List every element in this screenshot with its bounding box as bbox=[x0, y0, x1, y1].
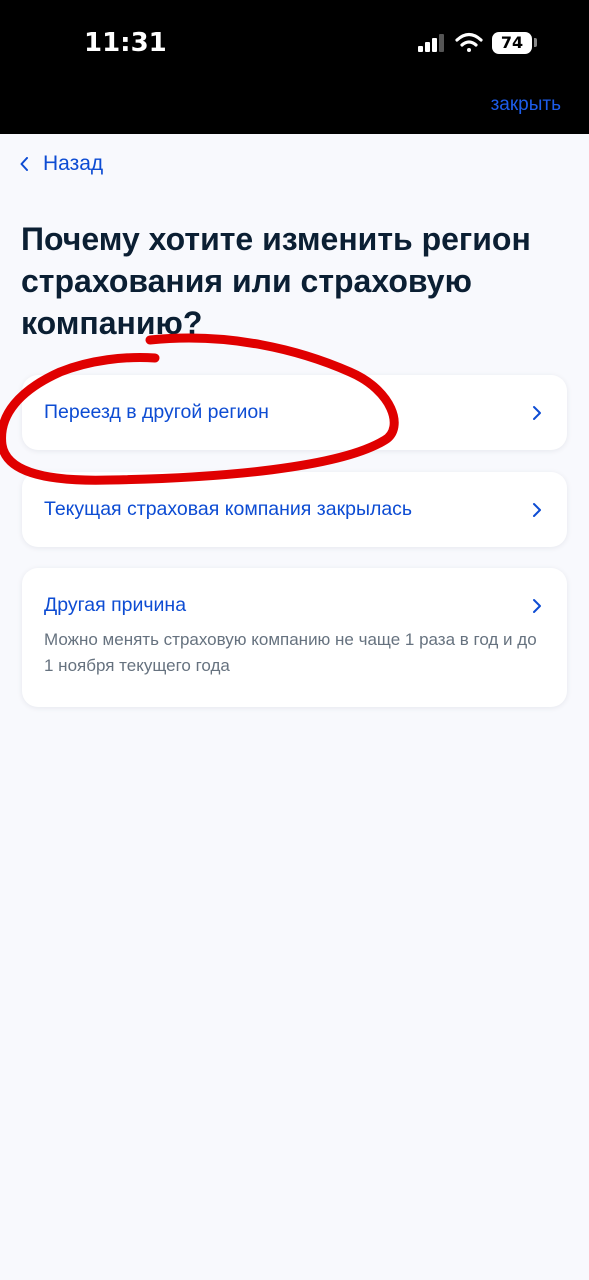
back-label: Назад bbox=[43, 152, 104, 175]
chevron-right-icon bbox=[533, 405, 541, 420]
option-label: Текущая страховая компания закрылась bbox=[44, 498, 413, 520]
battery-level: 74 bbox=[492, 32, 532, 54]
option-other-reason[interactable]: Другая причина Можно менять страховую ко… bbox=[22, 568, 567, 707]
chevron-right-icon bbox=[533, 598, 541, 613]
wifi-icon bbox=[455, 32, 483, 52]
page-title: Почему хотите изменить регион страховани… bbox=[21, 221, 531, 341]
option-label: Переезд в другой регион bbox=[44, 401, 269, 423]
chevron-left-icon bbox=[20, 157, 28, 171]
option-description: Можно менять страховую компанию не чаще … bbox=[44, 630, 537, 675]
chevron-right-icon bbox=[533, 502, 541, 517]
close-button[interactable]: закрыть bbox=[491, 94, 561, 116]
battery-tip bbox=[534, 38, 537, 47]
option-label: Другая причина bbox=[44, 594, 187, 616]
option-moving-region[interactable]: Переезд в другой регион bbox=[22, 375, 567, 450]
cellular-signal-icon bbox=[418, 34, 444, 52]
option-company-closed[interactable]: Текущая страховая компания закрылась bbox=[22, 472, 567, 547]
back-button[interactable]: Назад bbox=[20, 152, 103, 176]
status-bar: 11:31 74 закрыть bbox=[0, 0, 589, 134]
